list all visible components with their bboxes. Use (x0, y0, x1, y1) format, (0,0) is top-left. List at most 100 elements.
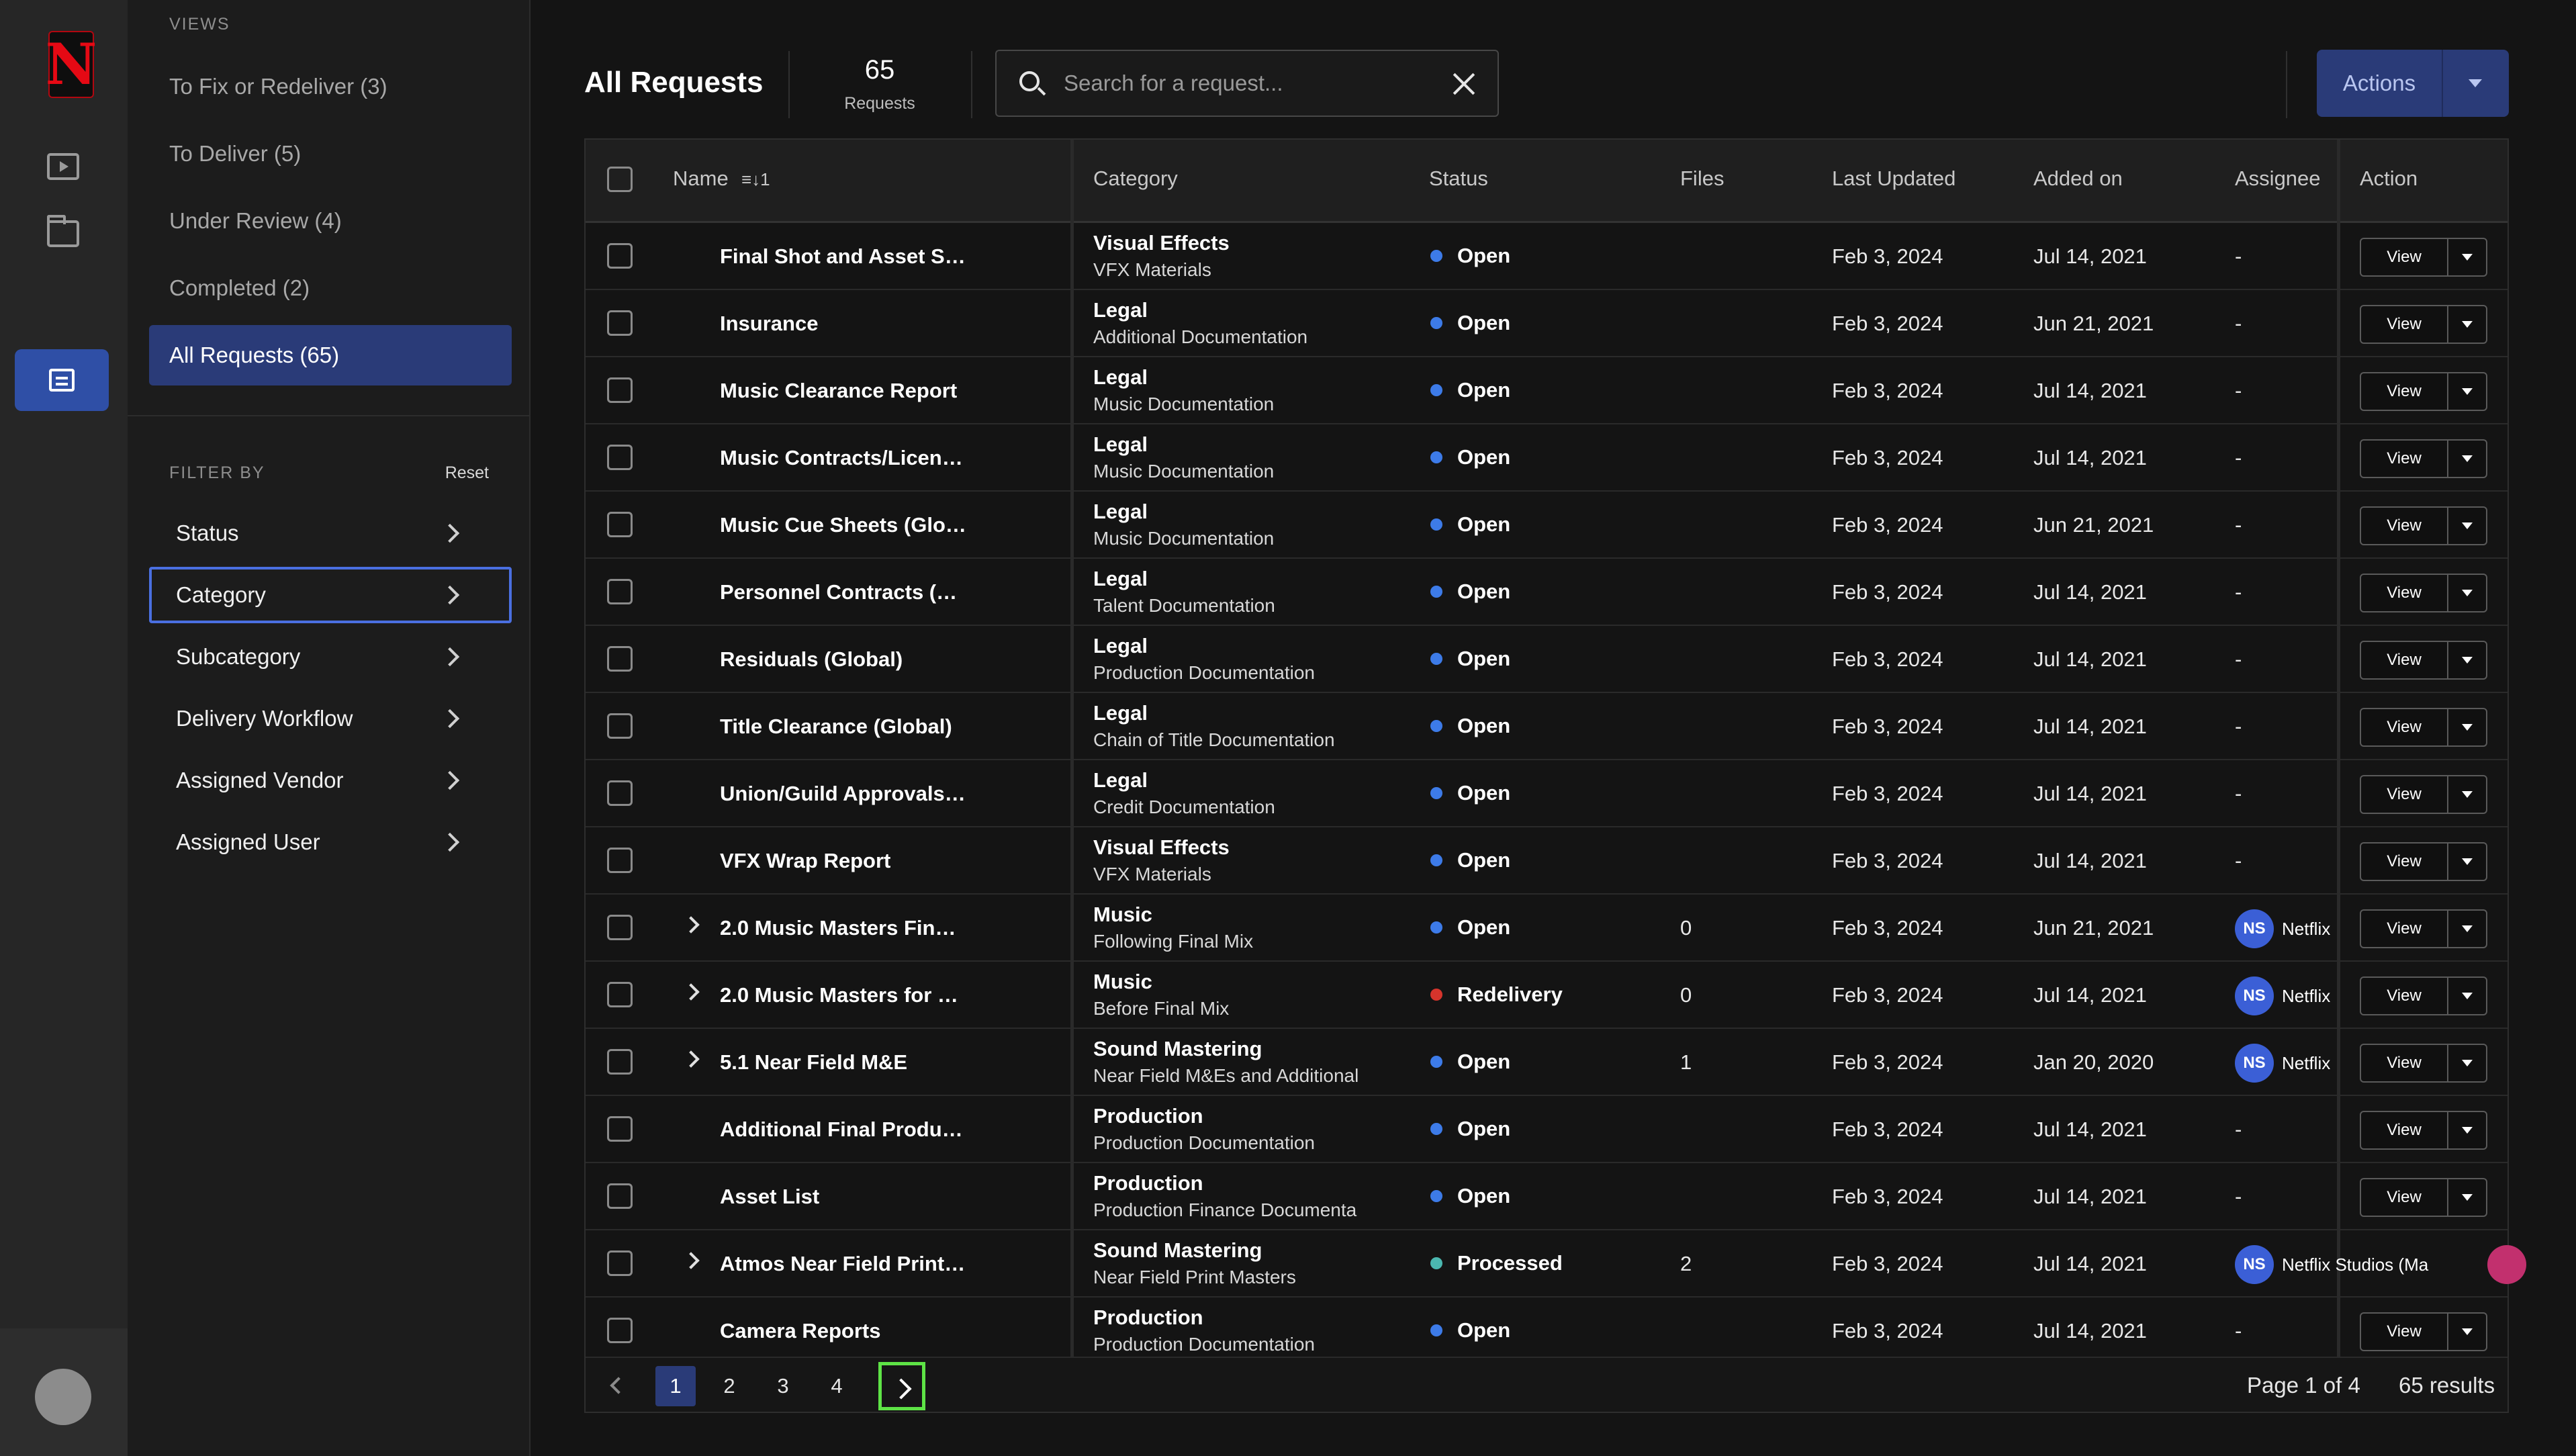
row-checkbox[interactable] (607, 579, 633, 604)
chevron-down-icon[interactable] (2462, 791, 2473, 798)
chevron-right-icon[interactable] (682, 983, 700, 1001)
next-page-button[interactable] (878, 1362, 925, 1410)
chevron-right-icon[interactable] (682, 916, 700, 934)
view-to-deliver[interactable]: To Deliver (5) (169, 141, 301, 167)
row-checkbox[interactable] (607, 1049, 633, 1075)
reset-filters-button[interactable]: Reset (445, 463, 489, 483)
row-checkbox[interactable] (607, 310, 633, 336)
table-row[interactable]: Music Cue Sheets (Global) Legal Music Docu… (586, 492, 2508, 559)
row-checkbox[interactable] (607, 713, 633, 739)
request-name[interactable]: VFX Wrap Report (720, 849, 967, 873)
row-checkbox[interactable] (607, 1318, 633, 1343)
row-checkbox[interactable] (607, 646, 633, 672)
request-name[interactable]: Camera Reports (720, 1319, 967, 1343)
table-row[interactable]: Asset List Production Production Finance D… (586, 1163, 2508, 1230)
chevron-down-icon[interactable] (2469, 79, 2482, 87)
table-row[interactable]: Residuals (Global) Legal Production Docume… (586, 626, 2508, 693)
table-row[interactable]: Title Clearance (Global) Legal Chain of Ti… (586, 693, 2508, 760)
request-name[interactable]: 5.1 Near Field M&E (720, 1050, 967, 1075)
chevron-down-icon[interactable] (2462, 254, 2473, 261)
filter-status[interactable]: Status (149, 505, 512, 561)
row-checkbox[interactable] (607, 512, 633, 537)
row-checkbox[interactable] (607, 915, 633, 940)
table-row[interactable]: Union/Guild Approvals (Global) Legal Credi… (586, 760, 2508, 827)
request-name[interactable]: Music Contracts/Licenses/Assi... (720, 446, 967, 470)
chevron-down-icon[interactable] (2462, 1127, 2473, 1134)
table-row[interactable]: 2.0 Music Masters for Original ... Music B… (586, 962, 2508, 1029)
page-2-button[interactable]: 2 (709, 1366, 749, 1406)
chevron-down-icon[interactable] (2462, 321, 2473, 328)
row-checkbox[interactable] (607, 982, 633, 1007)
chevron-down-icon[interactable] (2462, 925, 2473, 932)
table-row[interactable]: 2.0 Music Masters Final Edits f... Music F… (586, 895, 2508, 962)
column-category[interactable]: Category (1093, 167, 1178, 191)
view-button[interactable]: View (2360, 506, 2487, 545)
view-completed[interactable]: Completed (2) (169, 275, 310, 301)
table-row[interactable]: Atmos Near Field Print Master Sound Maste… (586, 1230, 2526, 1298)
request-name[interactable]: Title Clearance (Global) (720, 715, 967, 739)
folder-icon[interactable] (47, 215, 79, 247)
table-row[interactable]: Music Clearance Report Legal Music Documen… (586, 357, 2508, 424)
row-checkbox[interactable] (607, 1250, 633, 1276)
column-added-on[interactable]: Added on (2033, 167, 2123, 191)
row-checkbox[interactable] (607, 1116, 633, 1142)
view-button[interactable]: View (2360, 238, 2487, 277)
row-checkbox[interactable] (607, 377, 633, 403)
view-under-review[interactable]: Under Review (4) (169, 208, 342, 234)
request-name[interactable]: Personnel Contracts (Global) (720, 580, 967, 604)
filter-subcategory[interactable]: Subcategory (149, 629, 512, 685)
view-button[interactable]: View (2360, 909, 2487, 948)
table-row[interactable]: 5.1 Near Field M&E Sound Mastering Near Fi… (586, 1029, 2508, 1096)
row-checkbox[interactable] (607, 445, 633, 470)
view-button[interactable]: View (2360, 1312, 2487, 1351)
request-name[interactable]: Asset List (720, 1185, 967, 1209)
view-button[interactable]: View (2360, 775, 2487, 814)
view-button[interactable]: View (2360, 574, 2487, 612)
table-row[interactable]: Final Shot and Asset Status Re... Visual … (586, 223, 2508, 290)
requests-nav-button[interactable] (15, 349, 109, 411)
filter-assigned-user[interactable]: Assigned User (149, 814, 512, 870)
view-button[interactable]: View (2360, 1111, 2487, 1150)
request-name[interactable]: Insurance (720, 312, 967, 336)
page-3-button[interactable]: 3 (763, 1366, 803, 1406)
select-all-checkbox[interactable] (607, 167, 633, 192)
actions-button[interactable]: Actions (2317, 50, 2509, 117)
column-last-updated[interactable]: Last Updated (1832, 167, 1956, 191)
chevron-right-icon[interactable] (682, 1252, 700, 1269)
chevron-down-icon[interactable] (2462, 388, 2473, 395)
view-button[interactable]: View (2360, 976, 2487, 1015)
chevron-down-icon[interactable] (2462, 657, 2473, 664)
netflix-logo[interactable]: N (46, 31, 97, 98)
request-name[interactable]: Union/Guild Approvals (Global) (720, 782, 967, 806)
previous-page-icon[interactable] (610, 1377, 627, 1394)
row-checkbox[interactable] (607, 1183, 633, 1209)
titles-icon[interactable] (47, 153, 79, 180)
filter-category[interactable]: Category (149, 567, 512, 623)
user-avatar[interactable] (35, 1369, 91, 1425)
view-button[interactable]: View (2360, 439, 2487, 478)
view-button[interactable]: View (2360, 708, 2487, 747)
row-checkbox[interactable] (607, 243, 633, 269)
view-button[interactable]: View (2360, 1044, 2487, 1083)
chevron-down-icon[interactable] (2462, 1328, 2473, 1335)
table-row[interactable]: Music Contracts/Licenses/Assi... Legal Mus… (586, 424, 2508, 492)
request-name[interactable]: Final Shot and Asset Status Re... (720, 244, 967, 269)
view-button[interactable]: View (2360, 305, 2487, 344)
table-row[interactable]: Additional Final Production Pap... Produc… (586, 1096, 2508, 1163)
filter-delivery-workflow[interactable]: Delivery Workflow (149, 690, 512, 747)
view-to-fix[interactable]: To Fix or Redeliver (3) (169, 74, 387, 99)
view-button[interactable]: View (2360, 1178, 2487, 1217)
request-name[interactable]: Additional Final Production Pap... (720, 1118, 967, 1142)
column-status[interactable]: Status (1429, 167, 1488, 191)
table-row[interactable]: Camera Reports Production Production Docum… (586, 1298, 2508, 1365)
view-button[interactable]: View (2360, 641, 2487, 680)
column-assignee[interactable]: Assignee (2235, 167, 2321, 191)
filter-assigned-vendor[interactable]: Assigned Vendor (149, 752, 512, 809)
view-button[interactable]: View (2360, 842, 2487, 881)
table-row[interactable]: VFX Wrap Report Visual Effects VFX Materia… (586, 827, 2508, 895)
chevron-down-icon[interactable] (2462, 455, 2473, 462)
row-checkbox[interactable] (607, 780, 633, 806)
chevron-down-icon[interactable] (2462, 1060, 2473, 1066)
view-button[interactable]: View (2360, 372, 2487, 411)
column-files[interactable]: Files (1680, 167, 1724, 191)
